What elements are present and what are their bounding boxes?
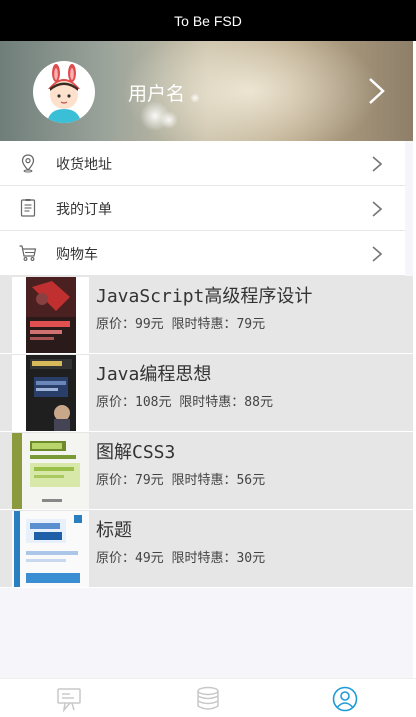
list-item[interactable]: 标题 原价：49元 限时特惠：30元 [0,510,416,588]
avatar-icon [47,64,81,123]
location-pin-icon [21,154,35,173]
book-title: 标题 [96,520,132,541]
chevron-right-icon[interactable] [366,76,388,106]
chevron-right-icon [372,201,383,217]
chevron-right-icon [372,156,383,172]
app-title-bar: To Be FSD [0,0,416,41]
book-cover-image [12,511,89,587]
avatar[interactable] [33,61,95,123]
book-price: 原价：49元 限时特惠：30元 [96,551,266,566]
book-title: JavaScript高级程序设计 [96,286,313,307]
username: 用户名 [128,83,186,105]
menu-item-address[interactable]: 收货地址 [0,141,405,186]
book-title: 图解CSS3 [96,442,176,463]
menu-item-label: 购物车 [56,247,98,263]
menu-item-label: 收货地址 [56,157,112,173]
book-price: 原价：108元 限时特惠：88元 [96,395,273,410]
book-cover-image [12,433,89,509]
cart-icon [19,245,37,261]
list-item[interactable]: JavaScript高级程序设计 原价：99元 限时特惠：79元 [0,276,416,354]
bottom-tab-bar [0,678,416,717]
menu-item-orders[interactable]: 我的订单 [0,186,405,231]
list-item[interactable]: 图解CSS3 原价：79元 限时特惠：56元 [0,432,416,510]
app-title: To Be FSD [174,12,242,29]
database-icon[interactable] [195,686,221,712]
book-price: 原价：79元 限时特惠：56元 [96,473,266,488]
chat-board-icon[interactable] [56,686,82,712]
order-list-icon [20,199,36,217]
book-cover-image [12,355,89,431]
list-item[interactable]: Java编程思想 原价：108元 限时特惠：88元 [0,354,416,432]
chevron-right-icon [372,246,383,262]
book-title: Java编程思想 [96,364,212,385]
book-price: 原价：99元 限时特惠：79元 [96,317,266,332]
book-list: JavaScript高级程序设计 原价：99元 限时特惠：79元 Java编程思… [0,276,416,588]
book-cover-image [12,277,89,353]
profile-header[interactable]: 用户名 [0,41,416,141]
menu-item-cart[interactable]: 购物车 [0,231,405,276]
menu-item-label: 我的订单 [56,202,112,218]
profile-menu: 收货地址 我的订单 购物车 [0,141,405,276]
user-profile-icon[interactable] [332,686,358,712]
